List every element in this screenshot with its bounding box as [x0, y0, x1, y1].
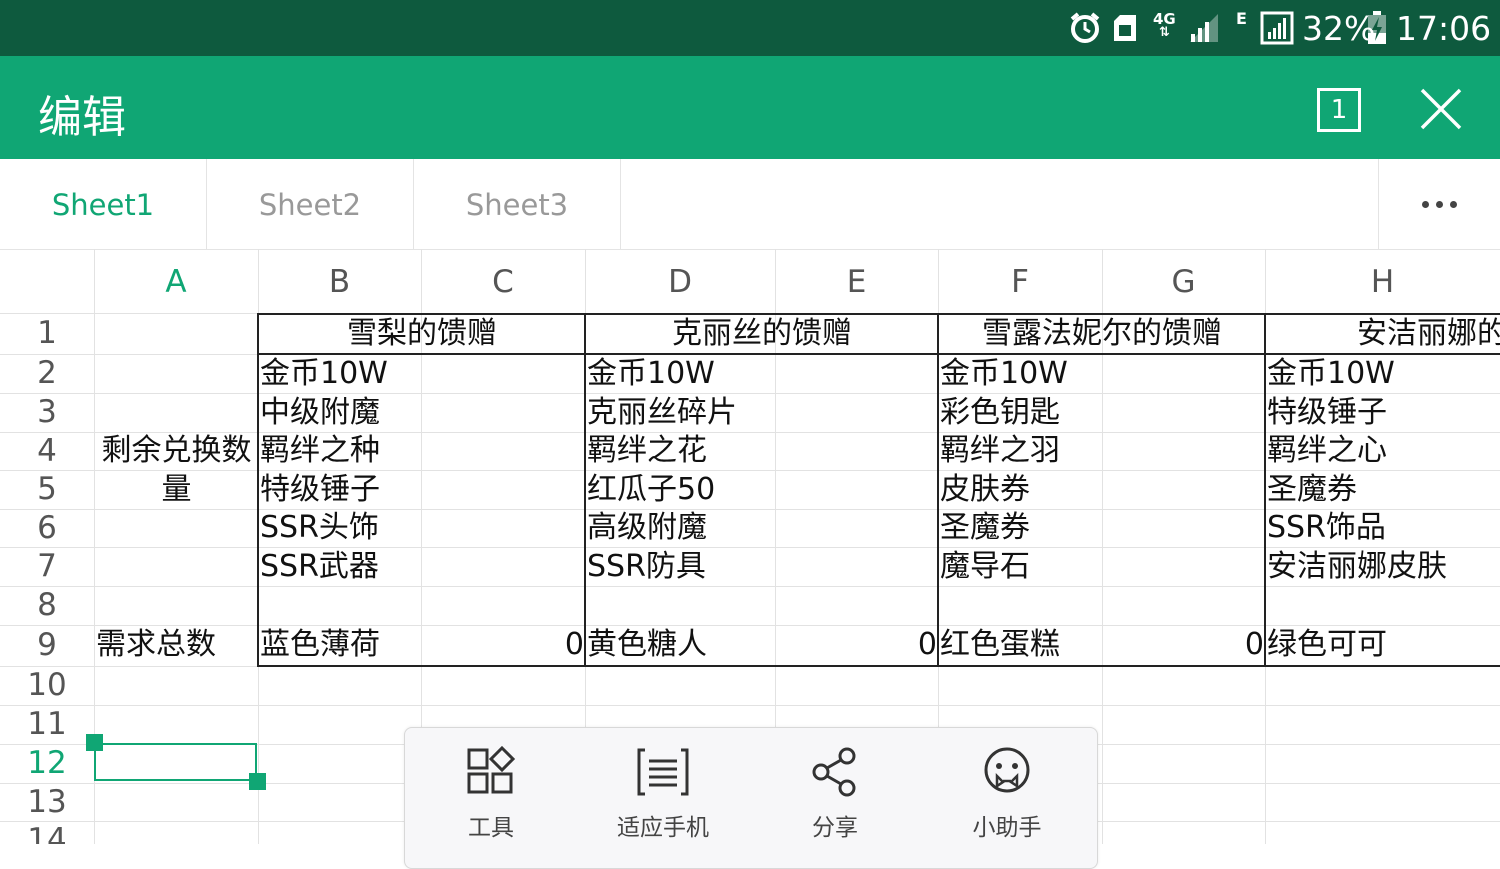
fit-phone-icon [637, 748, 689, 796]
cell-h9[interactable]: 绿色可可 [1267, 626, 1387, 664]
cell-b7[interactable]: SSR武器 [260, 548, 379, 586]
column-header-d[interactable]: D [585, 249, 775, 313]
row-header-8[interactable]: 8 [0, 586, 94, 625]
page-title: 编辑 [38, 92, 126, 143]
cell-b4[interactable]: 羁绊之种 [260, 432, 380, 470]
cell-f9[interactable]: 红色蛋糕 [940, 626, 1060, 664]
battery-percent: 32% [1302, 8, 1376, 48]
tools-label: 工具 [468, 815, 514, 841]
cell-f3[interactable]: 彩色钥匙 [940, 394, 1060, 432]
cell-h5[interactable]: 圣魔券 [1267, 471, 1357, 509]
column-header-b[interactable]: B [258, 249, 421, 313]
cell-b1[interactable]: 雪梨的馈赠 [259, 315, 585, 353]
app-header: 编辑 [0, 56, 1500, 159]
assistant-button[interactable]: 小助手 [921, 728, 1093, 845]
cell-d1[interactable]: 克丽丝的馈赠 [586, 315, 938, 353]
more-dot-icon [1450, 201, 1457, 208]
cell-f4[interactable]: 羁绊之羽 [940, 432, 1060, 470]
cell-d9[interactable]: 黄色糖人 [587, 626, 707, 664]
more-button[interactable] [1378, 159, 1500, 249]
cell-b2[interactable]: 金币10W [260, 355, 388, 393]
cell-h4[interactable]: 羁绊之心 [1267, 432, 1387, 470]
assistant-icon [984, 747, 1030, 793]
cell-a5[interactable]: 量 [95, 471, 258, 509]
more-dot-icon [1436, 201, 1443, 208]
sd-card-icon [1112, 10, 1138, 46]
more-dot-icon [1422, 201, 1429, 208]
share-button[interactable]: 分享 [749, 728, 921, 845]
tools-button[interactable]: 工具 [405, 728, 577, 845]
cell-b6[interactable]: SSR头饰 [260, 509, 379, 547]
row-header-2[interactable]: 2 [0, 354, 94, 393]
status-bar: 4G ⇅ E 32% 17:06 [0, 0, 1500, 56]
row-header-9[interactable]: 9 [0, 625, 94, 666]
battery-charging-icon [1367, 10, 1387, 46]
column-header-g[interactable]: G [1102, 249, 1265, 313]
row-header-5[interactable]: 5 [0, 470, 94, 509]
mobile-data-indicator: E [1236, 8, 1247, 28]
cell-h7[interactable]: 安洁丽娜皮肤 [1267, 548, 1447, 586]
cell-d6[interactable]: 高级附魔 [587, 509, 707, 547]
window-count-button[interactable]: 1 [1317, 88, 1361, 132]
sheet-tab-bar: Sheet1 Sheet2 Sheet3 [0, 159, 1500, 250]
column-header-f[interactable]: F [938, 249, 1102, 313]
selection-handle-top-left[interactable] [86, 734, 103, 751]
cell-d5[interactable]: 红瓜子50 [587, 471, 715, 509]
row-header-4[interactable]: 4 [0, 432, 94, 470]
selection-handle-bottom-right[interactable] [249, 773, 266, 790]
cell-h6[interactable]: SSR饰品 [1267, 509, 1386, 547]
cell-h2[interactable]: 金币10W [1267, 355, 1395, 393]
network-type: 4G ⇅ [1153, 10, 1176, 40]
fit-phone-label: 适应手机 [617, 815, 709, 841]
row-header-12[interactable]: 12 [0, 744, 94, 783]
row-header-10[interactable]: 10 [0, 666, 94, 705]
tab-sheet2[interactable]: Sheet2 [207, 159, 414, 249]
share-label: 分享 [812, 815, 858, 841]
close-button[interactable] [1418, 86, 1464, 132]
row-header-11[interactable]: 11 [0, 705, 94, 744]
signal-box-icon [1260, 10, 1294, 46]
row-header-6[interactable]: 6 [0, 509, 94, 547]
alarm-icon [1068, 10, 1102, 46]
cell-h1[interactable]: 安洁丽娜的 [1357, 315, 1500, 353]
column-header-e[interactable]: E [775, 249, 938, 313]
row-header-14[interactable]: 14 [0, 821, 94, 844]
cell-d4[interactable]: 羁绊之花 [587, 432, 707, 470]
cell-g9[interactable]: 0 [1102, 626, 1264, 664]
column-header-a[interactable]: A [94, 249, 258, 313]
cell-a9[interactable]: 需求总数 [96, 626, 216, 664]
cell-f6[interactable]: 圣魔券 [940, 509, 1030, 547]
column-header-h[interactable]: H [1265, 249, 1500, 313]
cell-a4[interactable]: 剩余兑换数 [95, 432, 258, 470]
signal-icon [1188, 10, 1220, 46]
tab-sheet1[interactable]: Sheet1 [0, 159, 207, 249]
close-icon [1420, 88, 1462, 130]
column-header-c[interactable]: C [421, 249, 585, 313]
cell-b3[interactable]: 中级附魔 [260, 394, 380, 432]
cell-f2[interactable]: 金币10W [940, 355, 1068, 393]
row-header-3[interactable]: 3 [0, 393, 94, 432]
cell-f7[interactable]: 魔导石 [940, 548, 1030, 586]
clock: 17:06 [1396, 8, 1492, 48]
cell-b9[interactable]: 蓝色薄荷 [260, 626, 380, 664]
cell-d7[interactable]: SSR防具 [587, 548, 706, 586]
fit-phone-button[interactable]: 适应手机 [577, 728, 749, 845]
cell-h3[interactable]: 特级锤子 [1267, 394, 1387, 432]
assistant-label: 小助手 [972, 815, 1042, 841]
cell-e9[interactable]: 0 [775, 626, 937, 664]
grid-tools-icon [467, 746, 516, 794]
bottom-toolbar: 工具 适应手机 分享 小助手 [404, 727, 1098, 869]
share-icon [812, 747, 856, 797]
row-header-13[interactable]: 13 [0, 783, 94, 821]
cell-d2[interactable]: 金币10W [587, 355, 715, 393]
cell-selection[interactable] [94, 743, 257, 781]
tab-sheet3[interactable]: Sheet3 [414, 159, 621, 249]
cell-c9[interactable]: 0 [421, 626, 584, 664]
cell-b5[interactable]: 特级锤子 [260, 471, 380, 509]
cell-f5[interactable]: 皮肤券 [940, 471, 1030, 509]
cell-f1[interactable]: 雪露法妮尔的馈赠 [939, 315, 1265, 353]
row-header-1[interactable]: 1 [0, 313, 94, 354]
row-header-7[interactable]: 7 [0, 547, 94, 586]
cell-d3[interactable]: 克丽丝碎片 [587, 394, 737, 432]
